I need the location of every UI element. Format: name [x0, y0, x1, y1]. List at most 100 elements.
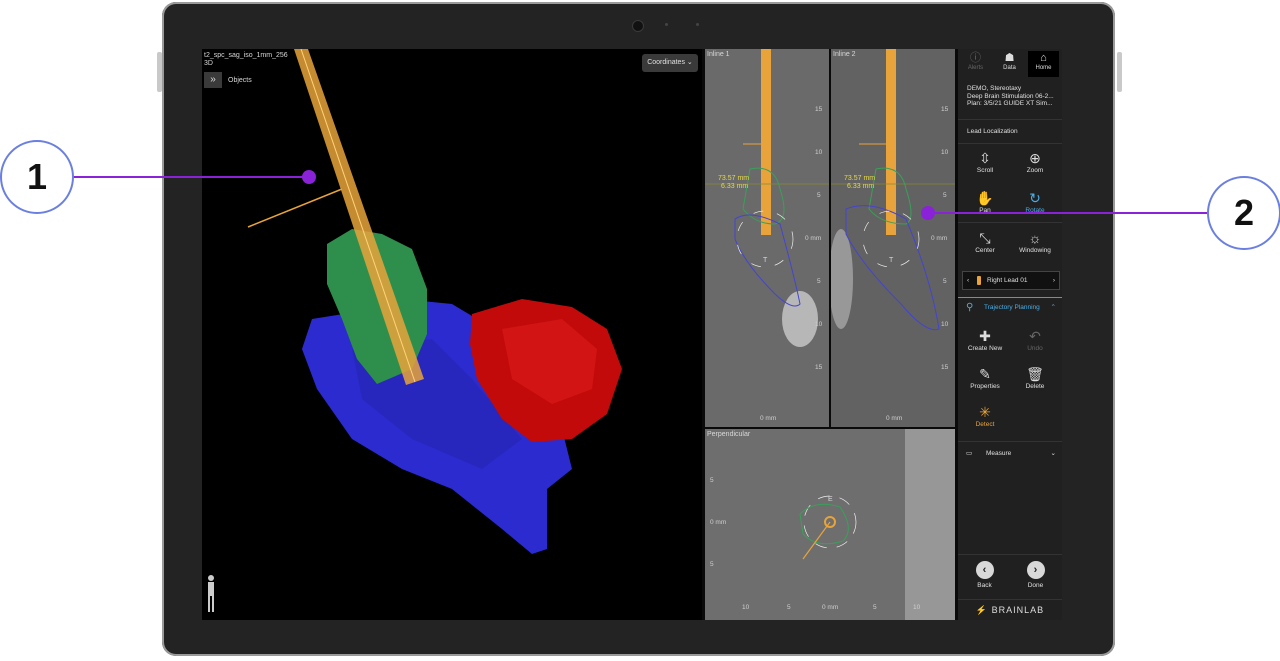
objects-toggle-button[interactable]: »	[204, 72, 222, 88]
inline-1-offset: 6.33 mm	[721, 183, 749, 190]
pan-icon: ✋	[976, 190, 994, 206]
pan-button[interactable]: ✋ Pan	[960, 189, 1010, 214]
tick: 5	[710, 477, 714, 484]
view-3d[interactable]: t2_spc_sag_iso_1mm_256 3D » Objects Coor…	[202, 49, 702, 620]
perp-label-e: E	[828, 496, 833, 503]
inline-2-view[interactable]: Inline 2 73.57 mm 6.33 mm T 15 10 5 0 mm…	[831, 49, 955, 427]
data-icon: ☗	[1004, 52, 1015, 64]
inline-2-offset: 6.33 mm	[847, 183, 875, 190]
back-button[interactable]: ‹ Back	[959, 561, 1010, 589]
tick: 0 mm	[760, 415, 777, 422]
tick: 0 mm	[822, 604, 839, 611]
tick: 10	[941, 149, 949, 156]
tick: 15	[815, 364, 823, 371]
tab-alerts[interactable]: ⓘ Alerts	[960, 51, 991, 77]
properties-icon: ✎	[979, 366, 991, 382]
tick: 10	[941, 321, 949, 328]
done-arrow-icon: ›	[1026, 561, 1045, 579]
back-arrow-icon: ‹	[975, 561, 994, 579]
patient-info: DEMO, Stereotaxy Deep Brain Stimulation …	[967, 85, 1059, 108]
inline-2-title: Inline 2	[833, 51, 856, 58]
inline-2-tip: T	[889, 257, 894, 264]
plan-name: Plan: 3/5/21 GUIDE XT Sim...	[967, 100, 1053, 107]
chevron-down-icon: ⌄	[686, 59, 693, 66]
camera-icon	[632, 20, 644, 32]
alerts-icon: ⓘ	[970, 52, 981, 64]
tool-label: Properties	[970, 383, 1000, 390]
center-button[interactable]: ⤡ Center	[960, 229, 1010, 254]
tick: 0 mm	[710, 519, 727, 526]
scroll-button[interactable]: ⇳ Scroll	[960, 149, 1010, 174]
tool-label: Detect	[975, 421, 995, 428]
brainlab-logo-icon: ⚡	[975, 605, 989, 615]
zoom-button[interactable]: ⊕ Zoom	[1010, 149, 1060, 174]
detect-button[interactable]: ✳ Detect	[960, 403, 1010, 428]
callout-1: 1	[2, 142, 72, 212]
center-icon: ⤡	[979, 230, 991, 246]
lead-icon	[977, 276, 981, 285]
coordinates-dropdown[interactable]: Coordinates ⌄	[642, 54, 698, 72]
callout-2: 2	[1209, 178, 1279, 248]
tick: 5	[943, 192, 947, 199]
chevron-down-icon: ⌄	[1050, 450, 1056, 457]
panel-tabs: ⓘ Alerts ☗ Data ⌂ Home	[958, 49, 1062, 79]
3d-render	[247, 49, 622, 554]
tick: 10	[815, 321, 823, 328]
series-name: t2_spc_sag_iso_1mm_256	[204, 52, 288, 59]
measure-section[interactable]: ▭ Measure ⌄	[958, 441, 1062, 464]
tool-label: Center	[975, 247, 995, 254]
inline-1-view[interactable]: Inline 1 73.57 mm 6.33 mm T 15 10 5 0 mm…	[705, 49, 829, 427]
tick: 10	[742, 604, 750, 611]
tool-label: Pan	[979, 207, 991, 214]
objects-label: Objects	[228, 77, 252, 84]
undo-button[interactable]: ↶ Undo	[1010, 327, 1060, 352]
tick: 15	[815, 106, 823, 113]
orientation-figure-icon	[206, 574, 216, 614]
create-new-icon: ✚	[979, 328, 991, 344]
section-title: Lead Localization	[958, 119, 1062, 143]
undo-icon: ↶	[1029, 328, 1041, 344]
tab-data[interactable]: ☗ Data	[994, 51, 1025, 77]
tab-label: Alerts	[967, 65, 984, 71]
tool-label: Create New	[967, 345, 1003, 352]
detect-icon: ✳	[979, 404, 991, 420]
create-new-button[interactable]: ✚ Create New	[960, 327, 1010, 352]
windowing-button[interactable]: ☼ Windowing	[1010, 229, 1060, 254]
chevron-up-icon: ⌃	[1050, 304, 1056, 311]
scroll-icon: ⇳	[979, 150, 991, 166]
tick: 5	[817, 278, 821, 285]
inline-1-distance: 73.57 mm	[718, 175, 750, 182]
chevron-left-icon[interactable]: ‹	[967, 272, 969, 289]
tick: 5	[817, 192, 821, 199]
tool-label: Windowing	[1019, 247, 1051, 254]
tick: 0 mm	[931, 235, 948, 242]
rotate-button[interactable]: ↻ Rotate	[1010, 189, 1060, 214]
tick: 5	[787, 604, 791, 611]
tablet-frame: t2_spc_sag_iso_1mm_256 3D » Objects Coor…	[157, 2, 1122, 656]
chevron-right-icon[interactable]: ›	[1053, 272, 1055, 289]
tool-label: Zoom	[1026, 167, 1044, 174]
properties-button[interactable]: ✎ Properties	[960, 365, 1010, 390]
inline-1-title: Inline 1	[707, 51, 730, 58]
done-button[interactable]: › Done	[1010, 561, 1061, 589]
perpendicular-view[interactable]: Perpendicular E 5 0 mm 5 10 5 0 mm 5 10	[705, 429, 955, 620]
tick: 15	[941, 106, 949, 113]
back-label: Back	[977, 582, 992, 589]
perpendicular-title: Perpendicular	[707, 431, 751, 438]
coordinates-label: Coordinates	[647, 59, 685, 66]
tool-label: Undo	[1027, 345, 1043, 352]
ruler-icon: ▭	[966, 450, 973, 457]
view-mode: 3D	[204, 60, 213, 67]
tab-home[interactable]: ⌂ Home	[1028, 51, 1059, 77]
inline-1-tip: T	[763, 257, 768, 264]
brand-name: BRAINLAB	[991, 605, 1045, 615]
right-panel: ⓘ Alerts ☗ Data ⌂ Home DEMO, Stereotaxy …	[958, 49, 1062, 620]
tab-label: Data	[1003, 65, 1016, 71]
trajectory-planning-header[interactable]: ⚲ Trajectory Planning ⌃	[958, 297, 1062, 316]
zoom-icon: ⊕	[1029, 150, 1041, 166]
tick: 5	[710, 561, 714, 568]
tool-label: Scroll	[976, 167, 994, 174]
lead-selector[interactable]: ‹ Right Lead 01 ›	[962, 271, 1060, 290]
screen: t2_spc_sag_iso_1mm_256 3D » Objects Coor…	[202, 49, 1062, 620]
delete-button[interactable]: 🗑 Delete	[1010, 365, 1060, 390]
